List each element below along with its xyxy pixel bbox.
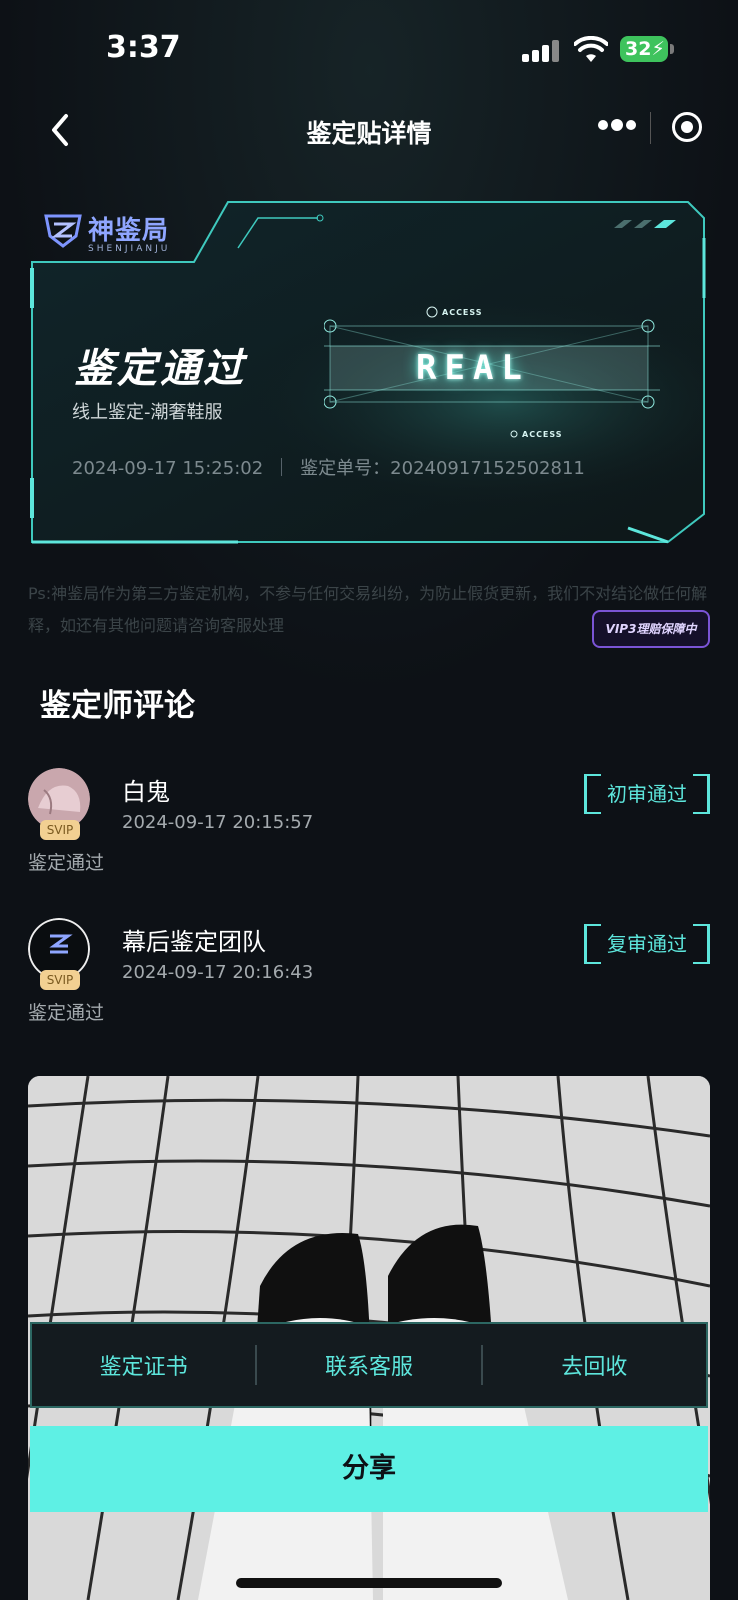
- real-stamp-text: REAL: [416, 348, 530, 388]
- cellular-signal-icon: [522, 40, 560, 62]
- svip-badge: SVIP: [40, 820, 80, 840]
- reviewer-name: 白鬼: [122, 778, 170, 806]
- comment-time: 2024-09-17 20:16:43: [122, 962, 314, 983]
- navigation-bar: 鉴定贴详情: [0, 96, 738, 166]
- meta-divider: [281, 458, 283, 476]
- order-number-label: 鉴定单号：: [300, 458, 391, 479]
- brand-logo: 神鉴局 SHENJIANJU: [42, 206, 212, 258]
- comment-text: 鉴定通过: [28, 852, 105, 874]
- review-status-label: 复审通过: [607, 932, 687, 956]
- svip-badge: SVIP: [40, 970, 80, 990]
- access-label-bottom: ACCESS: [522, 430, 563, 439]
- certificate-button[interactable]: 鉴定证书: [32, 1349, 255, 1381]
- status-time: 3:37: [106, 30, 181, 65]
- battery-level: 32: [625, 38, 652, 60]
- mini-program-capsule: [584, 106, 714, 150]
- comment-text: 鉴定通过: [28, 1002, 105, 1024]
- capsule-divider: [650, 112, 651, 144]
- comment-item: SVIP 幕后鉴定团队 2024-09-17 20:16:43 鉴定通过 复审通…: [28, 918, 710, 1038]
- vip-protection-badge[interactable]: VIP3理赔保障中: [592, 610, 710, 648]
- action-bar: 鉴定证书 联系客服 去回收: [30, 1322, 708, 1408]
- review-status-badge: 复审通过: [584, 924, 710, 964]
- status-bar: 3:37 32⚡: [0, 0, 738, 100]
- service-type: 线上鉴定-潮奢鞋服: [72, 402, 223, 423]
- review-status-badge: 初审通过: [584, 774, 710, 814]
- comments-section-title: 鉴定师评论: [40, 688, 195, 724]
- shield-logo-icon: [44, 214, 82, 248]
- share-button[interactable]: 分享: [30, 1426, 708, 1512]
- recycle-button[interactable]: 去回收: [483, 1349, 706, 1381]
- more-options-icon[interactable]: [598, 119, 636, 134]
- wifi-icon: [574, 36, 608, 62]
- brand-subtitle: SHENJIANJU: [88, 244, 171, 254]
- order-number: 20240917152502811: [390, 458, 585, 479]
- brand-name: 神鉴局: [88, 216, 170, 246]
- review-status-label: 初审通过: [607, 782, 687, 806]
- contact-support-button[interactable]: 联系客服: [257, 1349, 480, 1381]
- battery-indicator: 32⚡: [620, 36, 668, 62]
- real-stamp: REAL ACCESS ACCESS: [324, 304, 660, 454]
- access-label-top: ACCESS: [442, 308, 483, 317]
- result-title: 鉴定通过: [74, 346, 246, 392]
- comment-item: SVIP 白鬼 2024-09-17 20:15:57 鉴定通过 初审通过: [28, 768, 710, 888]
- order-datetime: 2024-09-17 15:25:02: [72, 458, 264, 479]
- battery-tip: [670, 44, 674, 54]
- reviewer-name: 幕后鉴定团队: [122, 928, 266, 956]
- comment-time: 2024-09-17 20:15:57: [122, 812, 314, 833]
- home-indicator: [236, 1578, 502, 1588]
- result-card: 神鉴局 SHENJIANJU 鉴定通过 线上鉴定-潮奢鞋服 2024-09-17…: [28, 198, 710, 558]
- order-meta: 2024-09-17 15:25:02 鉴定单号：2024091715250281…: [72, 454, 585, 480]
- close-mini-program-icon[interactable]: [672, 112, 702, 142]
